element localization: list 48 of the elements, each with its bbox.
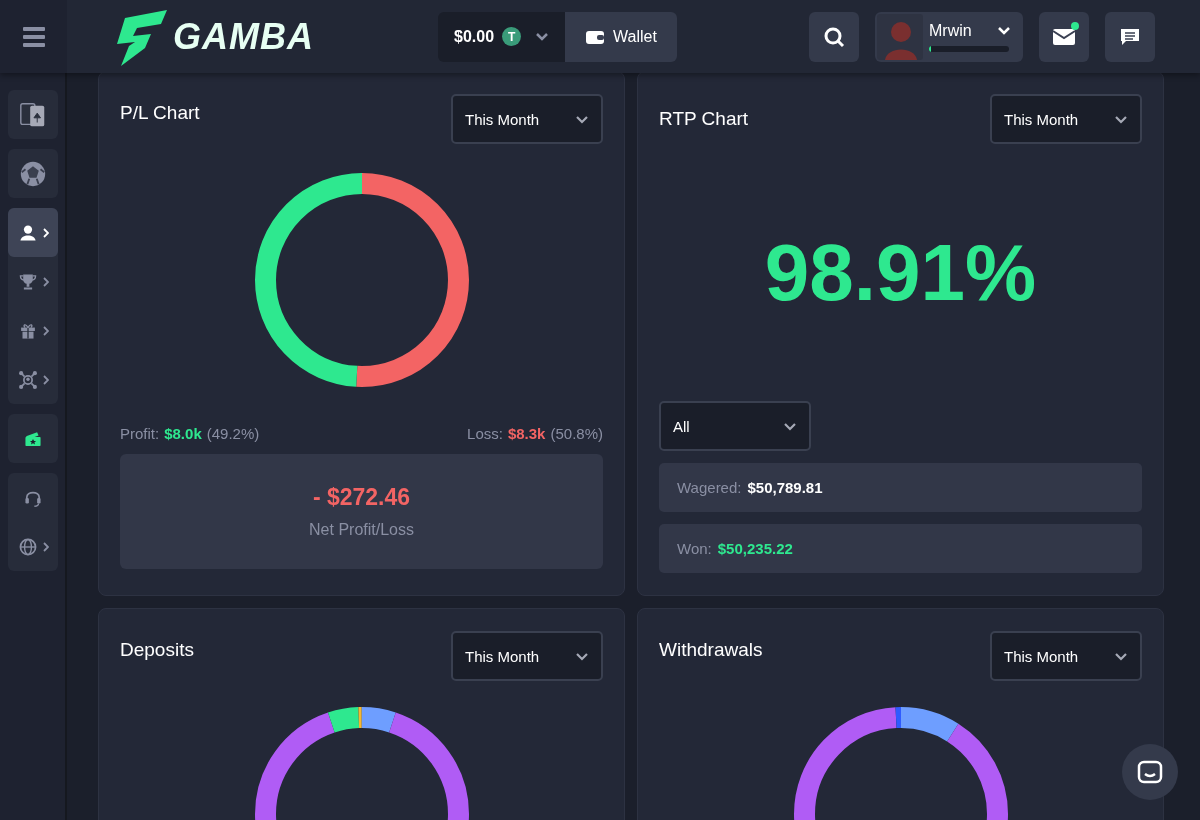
search-button[interactable] <box>809 11 859 62</box>
stat-label: Wagered: <box>677 479 742 496</box>
avatar-icon <box>877 13 923 60</box>
card-title: P/L Chart <box>120 102 200 124</box>
chat-icon <box>1137 760 1163 784</box>
stat-value: $50,789.81 <box>747 479 823 496</box>
filter-dropdown[interactable]: All <box>659 401 811 451</box>
balance-dropdown[interactable]: $0.00 T <box>438 11 566 62</box>
share-value: (50.8%) <box>550 425 603 442</box>
stat-label: Won: <box>677 540 712 557</box>
stat-value: $50,235.22 <box>717 540 793 557</box>
legend-label: Loss: <box>467 425 503 442</box>
sidebar-item[interactable] <box>7 208 58 257</box>
caret-icon <box>535 32 550 41</box>
caret-icon <box>575 114 589 124</box>
period-dropdown[interactable]: This Month <box>990 94 1142 144</box>
caret-icon <box>1114 114 1128 124</box>
rtp-value: 98.91% <box>764 226 1037 319</box>
card-title: RTP Chart <box>659 108 749 130</box>
balance-amount: $0.00 <box>454 27 495 46</box>
brand-name: GAMBA <box>173 15 314 58</box>
card-title: Withdrawals <box>659 639 763 661</box>
network-icon <box>16 368 39 391</box>
menu-icon <box>22 26 45 47</box>
caret-icon <box>997 26 1011 35</box>
net-amount: - $272.46 <box>312 484 411 511</box>
profile-menu[interactable]: Mrwin <box>875 11 1023 62</box>
chat-icon <box>1120 27 1140 46</box>
currency-icon: T <box>502 27 522 46</box>
net-label: Net Profit/Loss <box>309 521 414 539</box>
caret-icon <box>575 651 589 661</box>
card-title: Deposits <box>120 639 194 661</box>
wallet-icon <box>585 28 606 45</box>
period-dropdown[interactable]: This Month <box>990 631 1142 681</box>
search-icon <box>823 25 845 48</box>
caret-icon <box>1114 651 1128 661</box>
chat-button[interactable] <box>1105 11 1155 62</box>
amount-value: $8.0k <box>164 425 202 442</box>
share-value: (49.2%) <box>206 425 260 442</box>
amount-value: $8.3k <box>507 425 546 442</box>
username: Mrwin <box>929 21 972 40</box>
period-dropdown[interactable]: This Month <box>451 631 603 681</box>
mail-icon <box>1052 27 1076 46</box>
wallet-button[interactable]: Wallet <box>565 11 677 62</box>
mail-button[interactable] <box>1039 11 1089 62</box>
caret-icon <box>783 421 797 431</box>
period-dropdown[interactable]: This Month <box>451 94 603 144</box>
legend-label: Profit: <box>120 425 160 442</box>
